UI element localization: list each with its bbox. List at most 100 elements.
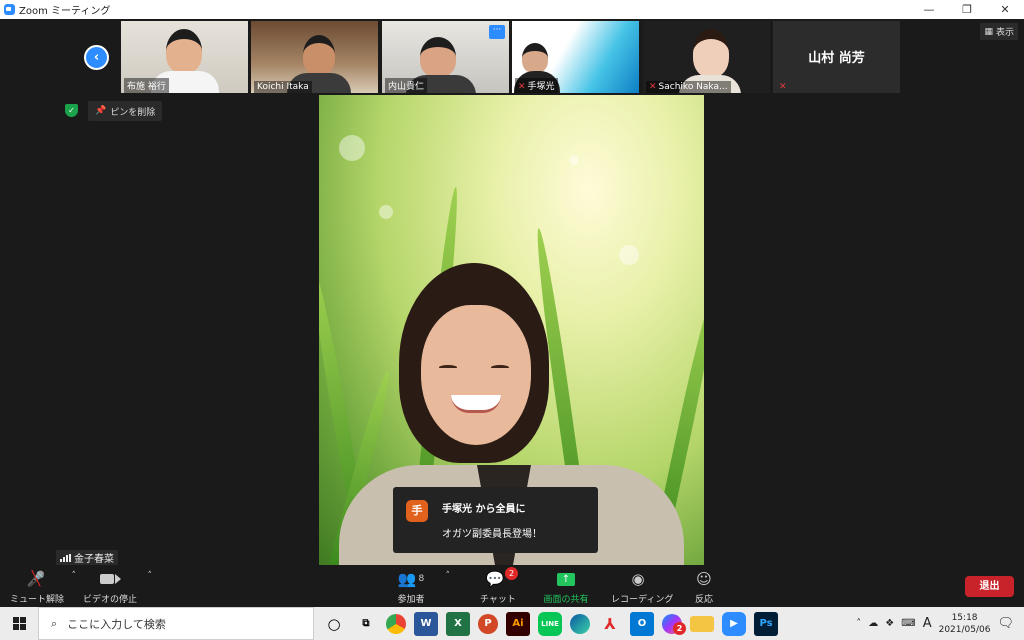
chat-button[interactable]: 💬 2 チャット bbox=[480, 567, 518, 605]
participant-face bbox=[693, 29, 729, 77]
thumbnail-participant[interactable]: ✕ Sachiko Naka... bbox=[643, 21, 770, 93]
photoshop-icon[interactable]: Ps bbox=[754, 611, 778, 636]
view-button[interactable]: ▦ 表示 bbox=[980, 23, 1018, 40]
word-icon[interactable]: W bbox=[414, 611, 438, 636]
video-background bbox=[379, 205, 393, 219]
illustrator-icon[interactable]: Ai bbox=[506, 611, 530, 636]
participant-face bbox=[420, 37, 456, 77]
chevron-up-icon[interactable]: ˄ bbox=[72, 571, 77, 581]
muted-mic-icon: ✕ bbox=[518, 82, 526, 92]
participants-button[interactable]: 👥 8 ˄ 参加者 bbox=[394, 569, 450, 605]
reactions-button[interactable]: ☺ 反応 bbox=[692, 569, 716, 605]
video-background bbox=[569, 155, 579, 165]
onedrive-icon[interactable]: ☁ bbox=[868, 618, 878, 629]
participant-name: 布施 裕行 bbox=[124, 78, 169, 93]
speaker-eye bbox=[491, 365, 509, 370]
line-icon[interactable]: LINE bbox=[538, 611, 562, 636]
excel-icon[interactable]: X bbox=[446, 611, 470, 636]
stop-video-button[interactable]: ˄ ビデオの停止 bbox=[82, 569, 152, 605]
thumbnail-participant[interactable]: 山村 尚芳 ✕ bbox=[773, 21, 900, 93]
participant-status: ✕ bbox=[776, 81, 792, 93]
windows-logo-icon bbox=[12, 617, 26, 630]
clock[interactable]: 15:18 2021/05/06 bbox=[939, 612, 991, 636]
task-view-icon[interactable]: ⧉ bbox=[354, 612, 378, 636]
unmute-button[interactable]: 🎤 ╲ ˄ ミュート解除 bbox=[10, 569, 76, 605]
participant-name-large: 山村 尚芳 bbox=[808, 51, 865, 66]
participants-icon: 👥 8 ˄ bbox=[397, 570, 450, 588]
cortana-icon[interactable]: ○ bbox=[322, 612, 346, 636]
thumbnail-prev-button[interactable]: ‹ bbox=[84, 45, 109, 70]
participant-name: Koichi Itaka bbox=[254, 81, 312, 93]
participant-face bbox=[303, 35, 335, 75]
meeting-area: ‹ 布施 裕行 Koichi Itaka ··· 内山貴仁 ✕ 手塚光 ✕ Sac bbox=[0, 19, 1024, 607]
more-options-icon[interactable]: ··· bbox=[489, 25, 505, 39]
zoom-taskbar-icon[interactable]: ▶ bbox=[722, 611, 746, 636]
speaker-eye bbox=[439, 365, 457, 370]
chat-notification[interactable]: 手 手塚光 から全員に オガツ副委員長登場！ bbox=[393, 487, 598, 553]
record-icon: ◉ bbox=[631, 570, 645, 588]
speaker-face bbox=[421, 305, 531, 445]
participant-face bbox=[166, 29, 202, 73]
muted-mic-icon: ✕ bbox=[779, 82, 787, 92]
share-screen-button[interactable]: ↑ 画面の共有 bbox=[540, 569, 592, 605]
security-shield-icon[interactable]: ✓ bbox=[65, 104, 78, 117]
powerpoint-icon[interactable]: P bbox=[478, 613, 498, 634]
thumbnail-participant[interactable]: ✕ 手塚光 bbox=[512, 21, 639, 93]
zoom-app: Zoom ミーティング — ❐ ✕ ‹ 布施 裕行 Koichi Itaka ·… bbox=[0, 0, 1024, 640]
chevron-up-icon[interactable]: ˄ bbox=[856, 618, 861, 629]
taskbar-search-box[interactable]: ⌕ ここに入力して検索 bbox=[38, 607, 314, 640]
pin-icon: 📌 bbox=[95, 106, 107, 116]
participant-name: 内山貴仁 bbox=[385, 78, 428, 93]
thumbnail-participant[interactable]: ··· 内山貴仁 bbox=[382, 21, 509, 93]
notification-icon[interactable]: 🗨 bbox=[997, 616, 1014, 631]
share-screen-icon: ↑ bbox=[540, 569, 592, 589]
video-camera-icon: ˄ bbox=[82, 569, 152, 589]
muted-mic-icon: 🎤 ╲ ˄ bbox=[26, 570, 76, 588]
taskbar-apps: ○ ⧉ W X P Ai LINE ⅄ O 2 ▶ Ps bbox=[322, 611, 778, 636]
dropbox-icon[interactable]: ❖ bbox=[885, 618, 894, 629]
minimize-button[interactable]: — bbox=[910, 0, 948, 19]
thumbnail-participant[interactable]: 布施 裕行 bbox=[121, 21, 248, 93]
signal-strength-icon bbox=[60, 553, 71, 562]
video-background bbox=[339, 135, 365, 161]
start-button[interactable] bbox=[0, 607, 38, 640]
video-background bbox=[619, 245, 639, 265]
chevron-up-icon[interactable]: ˄ bbox=[446, 571, 451, 581]
unpin-button[interactable]: 📌 ピンを削除 bbox=[88, 101, 163, 121]
participant-face bbox=[522, 43, 548, 73]
record-button[interactable]: ◉ レコーディング bbox=[611, 569, 673, 605]
windows-taskbar: ⌕ ここに入力して検索 ○ ⧉ W X P Ai LINE ⅄ O 2 ▶ Ps… bbox=[0, 607, 1024, 640]
search-icon: ⌕ bbox=[51, 616, 58, 630]
chat-bubble-icon: 💬 2 bbox=[480, 567, 518, 589]
meeting-toolbar: 🎤 ╲ ˄ ミュート解除 ˄ ビデオの停止 👥 8 ˄ 参加者 💬 2 チャット ↑ 画面… bbox=[0, 565, 1024, 607]
title-bar: Zoom ミーティング — ❐ ✕ bbox=[0, 0, 1024, 19]
close-button[interactable]: ✕ bbox=[986, 0, 1024, 19]
messenger-badge: 2 bbox=[673, 621, 686, 635]
thumbnail-participant[interactable]: Koichi Itaka bbox=[251, 21, 378, 93]
leave-button[interactable]: 退出 bbox=[965, 576, 1014, 597]
restore-button[interactable]: ❐ bbox=[948, 0, 986, 19]
system-tray: ˄ ☁ ❖ ⌨ A 15:18 2021/05/06 🗨 bbox=[856, 607, 1024, 640]
acrobat-icon[interactable]: ⅄ bbox=[598, 612, 622, 636]
self-name-tag: 金子春菜 bbox=[56, 550, 118, 565]
grid-icon: ▦ bbox=[984, 26, 993, 37]
file-explorer-icon[interactable] bbox=[690, 615, 714, 632]
participant-name: ✕ Sachiko Naka... bbox=[646, 81, 731, 93]
sender-avatar: 手 bbox=[406, 500, 428, 522]
chat-sender: 手塚光 から全員に bbox=[442, 504, 526, 515]
messenger-icon[interactable]: 2 bbox=[662, 613, 686, 635]
window-title: Zoom ミーティング bbox=[19, 6, 111, 17]
outlook-icon[interactable]: O bbox=[630, 611, 654, 636]
chrome-icon[interactable] bbox=[386, 613, 406, 634]
zoom-logo-icon bbox=[4, 4, 15, 15]
participant-name: ✕ 手塚光 bbox=[515, 78, 558, 93]
muted-mic-icon: ✕ bbox=[649, 82, 657, 92]
ime-indicator[interactable]: A bbox=[923, 616, 932, 631]
chat-unread-badge: 2 bbox=[505, 567, 518, 580]
keyboard-icon[interactable]: ⌨ bbox=[901, 618, 915, 629]
chevron-left-icon: ‹ bbox=[93, 50, 100, 65]
edge-icon[interactable] bbox=[570, 613, 590, 634]
participants-count: 8 bbox=[418, 574, 425, 584]
chevron-up-icon[interactable]: ˄ bbox=[148, 571, 153, 581]
chat-message: オガツ副委員長登場！ bbox=[442, 529, 542, 540]
